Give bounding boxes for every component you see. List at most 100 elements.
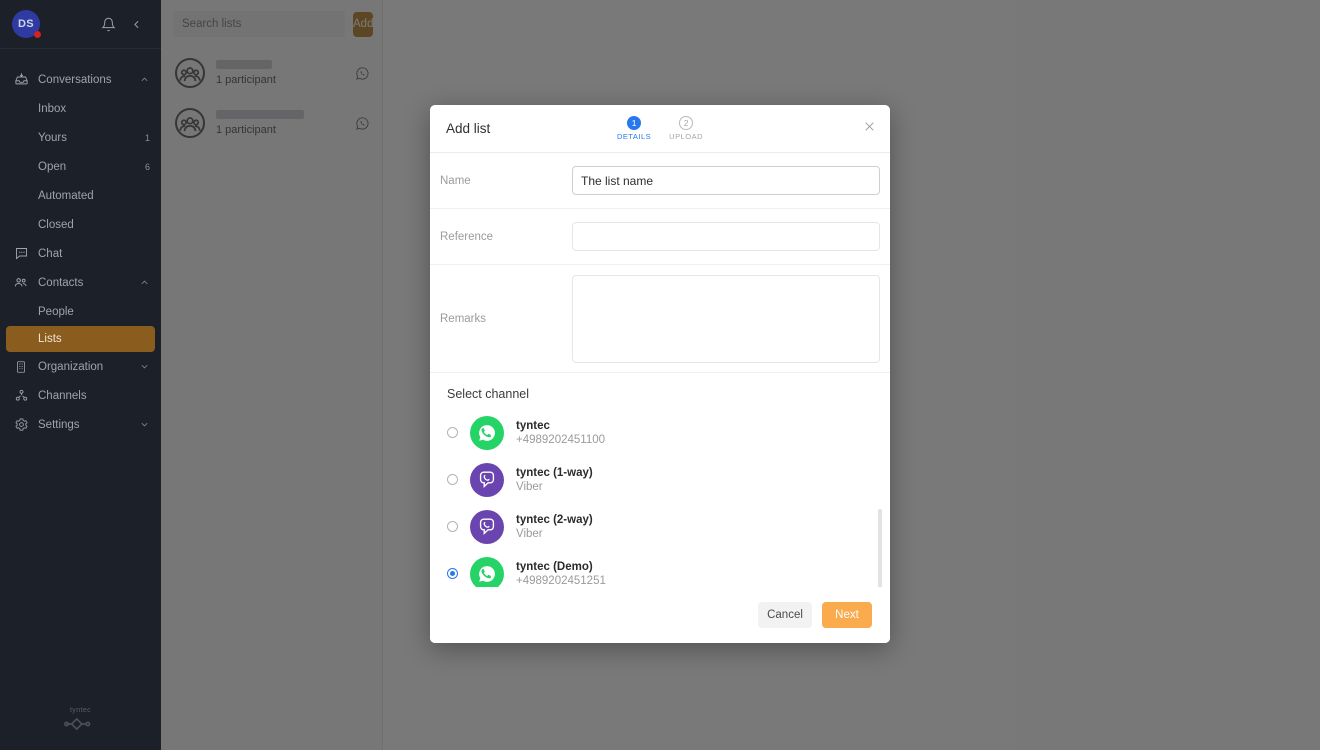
sidebar: DS Conversations Inbox Yours 1 Open 6 Au… xyxy=(0,0,161,750)
name-input[interactable] xyxy=(572,166,880,195)
select-channel-heading: Select channel xyxy=(447,387,530,401)
sidebar-item-label: Channels xyxy=(38,389,87,402)
viber-icon xyxy=(470,462,504,497)
sidebar-item-yours[interactable]: Yours 1 xyxy=(0,123,161,152)
chevron-down-icon[interactable] xyxy=(139,361,150,372)
chevron-down-icon[interactable] xyxy=(139,419,150,430)
add-list-modal: Add list 1 DETAILS 2 UPLOAD Name The lis… xyxy=(430,105,890,643)
sidebar-item-label: Organization xyxy=(38,360,104,373)
chevron-up-icon[interactable] xyxy=(139,74,150,85)
channel-option[interactable]: tyntec (2-way) Viber xyxy=(438,503,890,550)
sidebar-item-label: Chat xyxy=(38,247,63,260)
channel-name: tyntec (1-way) xyxy=(516,466,593,479)
step-label: UPLOAD xyxy=(669,132,704,141)
modal-title: Add list xyxy=(446,121,491,136)
step-upload[interactable]: 2 UPLOAD xyxy=(669,116,703,141)
sidebar-item-label: Conversations xyxy=(38,73,112,86)
gear-icon xyxy=(13,417,29,433)
step-details[interactable]: 1 DETAILS xyxy=(617,116,651,141)
tyntec-logo: tyntec xyxy=(0,690,161,750)
field-label: Reference xyxy=(440,230,494,243)
close-icon[interactable] xyxy=(863,120,876,137)
channel-option[interactable]: tyntec +4989202451100 xyxy=(438,409,890,456)
logo-wordmark: tyntec xyxy=(69,707,92,714)
channel-name: tyntec (Demo) xyxy=(516,560,593,573)
chat-bubble-icon xyxy=(13,246,29,262)
channel-list-scrollbar[interactable] xyxy=(878,509,882,587)
modal-header: Add list 1 DETAILS 2 UPLOAD xyxy=(430,105,890,153)
chevron-left-icon[interactable] xyxy=(125,13,147,35)
sidebar-item-closed[interactable]: Closed xyxy=(0,210,161,239)
field-name: Name xyxy=(430,153,890,209)
channel-text: tyntec (Demo) +4989202451251 xyxy=(516,561,606,587)
step-label: DETAILS xyxy=(616,132,652,141)
sidebar-item-chat[interactable]: Chat xyxy=(0,239,161,268)
field-reference: Reference xyxy=(430,209,890,265)
sidebar-item-organization[interactable]: Organization xyxy=(0,352,161,381)
channel-name: tyntec (2-way) xyxy=(516,513,593,526)
sidebar-item-label: Contacts xyxy=(38,276,84,289)
channel-list: tyntec +4989202451100 tyntec (1-way) Vib… xyxy=(430,409,890,587)
field-label: Name xyxy=(440,174,471,187)
channel-text: tyntec (2-way) Viber xyxy=(516,514,593,540)
sidebar-item-badge: 1 xyxy=(144,132,150,143)
sidebar-item-conversations[interactable]: Conversations xyxy=(0,65,161,94)
people-icon xyxy=(13,275,29,291)
sidebar-item-label: People xyxy=(38,305,74,318)
sidebar-item-label: Yours xyxy=(38,131,67,144)
whatsapp-icon xyxy=(470,415,504,450)
building-icon xyxy=(13,359,29,375)
whatsapp-icon xyxy=(470,556,504,587)
sidebar-item-label: Closed xyxy=(38,218,74,231)
modal-footer: Cancel Next xyxy=(430,587,890,643)
sidebar-item-channels[interactable]: Channels xyxy=(0,381,161,410)
avatar[interactable]: DS xyxy=(12,10,41,38)
channel-sub: +4989202451100 xyxy=(516,433,606,446)
sidebar-item-label: Settings xyxy=(38,418,80,431)
sidebar-item-badge: 6 xyxy=(144,161,150,172)
avatar-status-dot xyxy=(34,31,41,38)
viber-icon xyxy=(470,509,504,544)
inbox-tray-icon xyxy=(13,72,29,88)
sidebar-header: DS xyxy=(0,0,161,49)
sidebar-item-settings[interactable]: Settings xyxy=(0,410,161,439)
sidebar-item-lists[interactable]: Lists xyxy=(6,326,155,352)
channel-text: tyntec (1-way) Viber xyxy=(516,467,593,493)
sidebar-item-label: Automated xyxy=(38,189,94,202)
channel-option[interactable]: tyntec (1-way) Viber xyxy=(438,456,890,503)
channel-text: tyntec +4989202451100 xyxy=(516,420,605,446)
channel-radio[interactable] xyxy=(447,474,458,485)
sidebar-item-inbox[interactable]: Inbox xyxy=(0,94,161,123)
channel-radio[interactable] xyxy=(447,427,458,438)
sidebar-item-label: Open xyxy=(38,160,67,173)
reference-input[interactable] xyxy=(572,222,880,251)
sidebar-item-label: Inbox xyxy=(38,102,67,115)
next-button[interactable]: Next xyxy=(822,602,872,628)
remarks-textarea[interactable] xyxy=(572,274,880,363)
channel-sub: Viber xyxy=(516,480,543,493)
channel-sub: +4989202451251 xyxy=(516,574,606,587)
channel-sub: Viber xyxy=(516,527,543,540)
bell-icon[interactable] xyxy=(97,13,119,35)
chevron-up-icon[interactable] xyxy=(139,277,150,288)
sidebar-item-contacts[interactable]: Contacts xyxy=(0,268,161,297)
field-label: Remarks xyxy=(440,312,487,325)
sidebar-nav: Conversations Inbox Yours 1 Open 6 Autom… xyxy=(0,49,161,690)
cancel-button[interactable]: Cancel xyxy=(758,602,812,628)
app-root: DS Conversations Inbox Yours 1 Open 6 Au… xyxy=(0,0,1320,750)
sidebar-item-people[interactable]: People xyxy=(0,297,161,326)
nodes-icon xyxy=(13,388,29,404)
sidebar-item-label: Lists xyxy=(38,333,62,345)
channel-radio[interactable] xyxy=(447,568,458,579)
sidebar-item-automated[interactable]: Automated xyxy=(0,181,161,210)
channel-option[interactable]: tyntec (Demo) +4989202451251 xyxy=(438,550,890,587)
channel-name: tyntec xyxy=(516,419,550,432)
channel-radio[interactable] xyxy=(447,521,458,532)
field-remarks: Remarks xyxy=(430,265,890,373)
modal-body: Name Reference Remarks Select channel xyxy=(430,153,890,587)
step-indicator: 1 DETAILS 2 UPLOAD xyxy=(430,116,890,141)
step-number: 2 xyxy=(679,116,694,130)
sidebar-item-open[interactable]: Open 6 xyxy=(0,152,161,181)
step-number: 1 xyxy=(627,116,642,130)
avatar-initials: DS xyxy=(18,18,34,30)
